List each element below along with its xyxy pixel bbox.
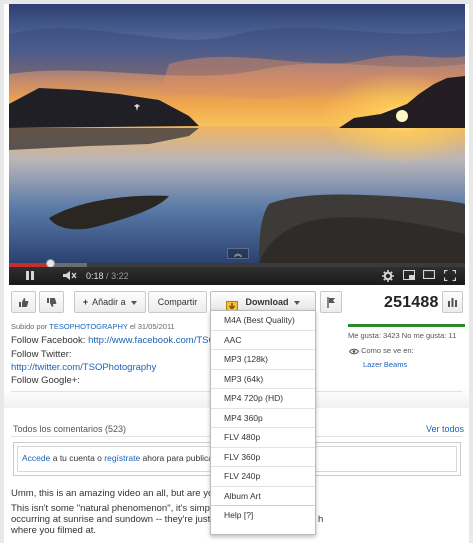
volume-muted-icon[interactable] [61,270,79,282]
time-display: 0:18 / 3:22 [86,270,129,282]
seen-on-row: Como se ve en: [348,346,414,355]
total-time: 3:22 [111,271,129,281]
facebook-link[interactable]: http://www.facebook.com/TSO [88,335,216,346]
see-all-comments-link[interactable]: Ver todos [426,424,464,434]
download-menu-item[interactable]: MP4 720p (HD) [211,389,315,409]
twitter-link-line: http://twitter.com/TSOPhotography [11,362,156,373]
uploaded-by-line: Subido por TESOPHOTOGRAPHY el 31/05/2011 [11,322,175,331]
add-to-button[interactable]: + Añadir a [74,291,146,313]
seen-on-label: Como se ve en: [361,346,414,355]
bar-chart-icon [448,298,457,307]
expand-chevron-icon[interactable]: ︽ [227,248,249,259]
download-menu-item[interactable]: FLV 240p [211,467,315,487]
download-label: Download [245,297,289,307]
youtube-watch-page: ︽ 0:18 / 3:22 + Añadir a Compartir Downl… [4,4,469,543]
download-menu-item[interactable]: MP3 (128k) [211,350,315,370]
gear-icon[interactable] [381,270,395,282]
caret-down-icon [294,300,301,305]
comment-text: Umm, this is an amazing video an all, bu… [11,488,214,499]
like-ratio-bar [348,324,465,327]
seen-on-link[interactable]: Lazer Beams [363,360,407,369]
time-separator: / [106,271,109,281]
download-menu-item[interactable]: Album Art [211,487,315,506]
flag-button[interactable] [320,291,342,313]
twitter-link[interactable]: http://twitter.com/TSOPhotography [11,362,156,373]
download-menu: M4A (Best Quality) AAC MP3 (128k) MP3 (64k)… [210,310,316,535]
download-menu-item[interactable]: MP4 360p [211,409,315,428]
popout-icon[interactable] [402,270,416,282]
video-player[interactable]: ︽ 0:18 / 3:22 [9,4,465,285]
share-button[interactable]: Compartir [148,291,207,313]
uploaded-date: el 31/05/2011 [129,322,175,331]
uploaded-prefix: Subido por [11,322,48,331]
current-time: 0:18 [86,271,104,281]
video-frame[interactable]: ︽ [9,4,465,263]
view-count: 251488 [384,294,439,311]
flag-icon [326,297,335,308]
download-menu-item[interactable]: AAC [211,331,315,350]
follow-facebook-line: Follow Facebook: http://www.facebook.com… [11,335,216,346]
fullscreen-icon[interactable] [443,269,457,282]
sunset-landscape-video-image [9,4,465,263]
share-label: Compartir [157,297,198,307]
stats-button[interactable] [442,291,463,313]
caret-down-icon [131,300,138,305]
comment-text: where you filmed at. [11,525,97,536]
like-ratio-fill [348,324,465,327]
eye-icon [348,346,361,355]
comment-text: h [318,514,324,525]
download-menu-item[interactable]: M4A (Best Quality) [211,311,315,331]
comment-text: occurring at sunrise and sundown -- they… [11,514,211,525]
download-arrow-icon [225,296,238,313]
comments-heading: Todos los comentarios (523) [13,424,127,434]
pause-icon[interactable] [23,270,37,282]
dislike-button[interactable] [39,291,64,313]
like-button[interactable] [11,291,36,313]
download-menu-item[interactable]: FLV 480p [211,428,315,448]
thumbs-up-icon [19,298,29,307]
login-link[interactable]: Accede [22,453,50,463]
comment-text: This isn't some "natural phenomenon", it… [11,503,210,514]
large-player-icon[interactable] [422,269,436,282]
follow-twitter-label: Follow Twitter: [11,349,72,360]
follow-google-label: Follow Google+: [11,375,80,386]
follow-facebook-label: Follow Facebook: [11,335,86,346]
plus-icon: + [82,297,89,307]
register-link[interactable]: regístrate [104,453,140,463]
like-dislike-counts: Me gusta: 3423 No me gusta: 11 [348,331,457,340]
player-controls: 0:18 / 3:22 [9,267,465,285]
login-prompt-middle: a tu cuenta o [52,453,102,463]
login-prompt-suffix: ahora para publica [142,453,213,463]
download-menu-item[interactable]: FLV 360p [211,448,315,467]
download-menu-item[interactable]: Help [?] [211,506,315,526]
uploader-link[interactable]: TESOPHOTOGRAPHY [49,322,128,331]
download-menu-item[interactable]: MP3 (64k) [211,370,315,389]
add-to-label: Añadir a [92,297,126,307]
thumbs-down-icon [47,298,57,307]
